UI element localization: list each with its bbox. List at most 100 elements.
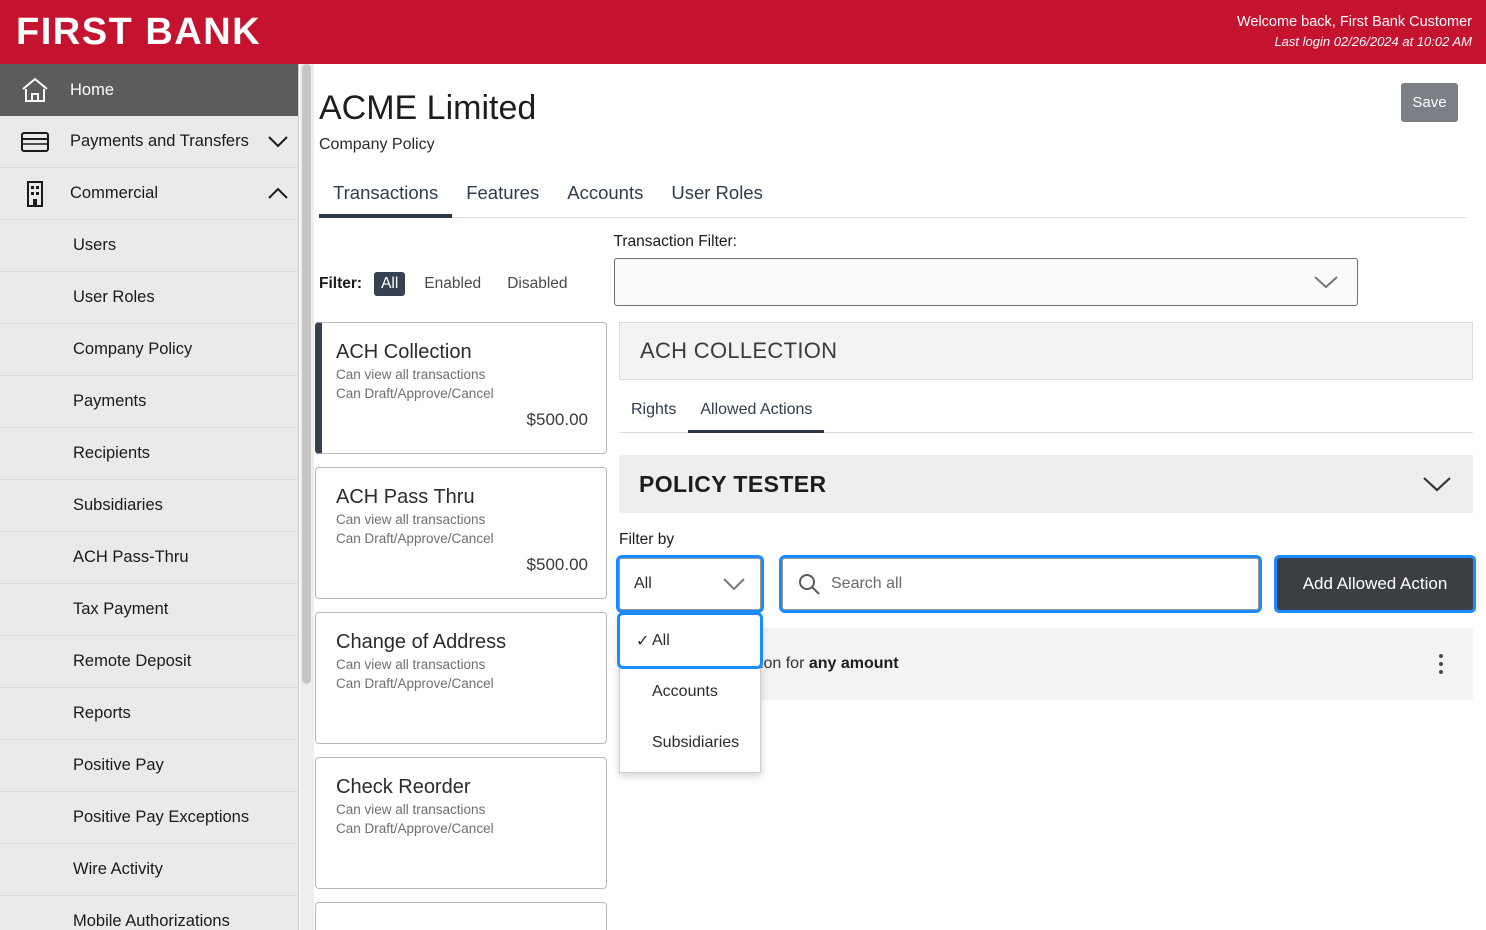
save-button[interactable]: Save bbox=[1401, 83, 1458, 122]
scope-option-subsidiaries[interactable]: Subsidiaries bbox=[620, 717, 760, 768]
search-box[interactable] bbox=[779, 555, 1262, 613]
sidebar-item-subsidiaries[interactable]: Subsidiaries bbox=[0, 480, 298, 532]
transaction-card[interactable] bbox=[315, 902, 607, 930]
sidebar-item-recipients[interactable]: Recipients bbox=[0, 428, 298, 480]
scope-dropdown-menu[interactable]: ✓ All Accounts Subsidiaries bbox=[617, 612, 763, 773]
sidebar-item-mobile-authorizations[interactable]: Mobile Authorizations bbox=[0, 896, 298, 930]
allowed-action-amount: any amount bbox=[808, 655, 899, 672]
transaction-card[interactable]: ACH Collection Can view all transactions C… bbox=[315, 322, 607, 454]
transaction-card-line-1: Can view all transactions bbox=[336, 367, 486, 382]
home-icon bbox=[0, 76, 70, 104]
detail-panel-title: ACH COLLECTION bbox=[619, 322, 1473, 380]
search-input[interactable] bbox=[831, 575, 1244, 593]
chevron-down-icon[interactable] bbox=[267, 134, 289, 149]
scope-option-label: All bbox=[652, 631, 670, 649]
tester-controls: All ✓ All Accounts Subsidiaries Search a… bbox=[616, 555, 1476, 773]
scope-option-all[interactable]: ✓ All bbox=[617, 612, 763, 669]
filter-label: Filter: bbox=[319, 275, 363, 292]
chevron-down-icon[interactable] bbox=[1421, 475, 1453, 493]
sidebar-item-payments[interactable]: Payments bbox=[0, 376, 298, 428]
search-field[interactable] bbox=[779, 555, 1262, 613]
filter-option-enabled[interactable]: Enabled bbox=[417, 272, 488, 296]
subtab-rights[interactable]: Rights bbox=[619, 395, 688, 432]
welcome-block: Welcome back, First Bank Customer Last l… bbox=[1237, 13, 1486, 51]
sidebar-nav[interactable]: Home Payments and Transfers Commercial User… bbox=[0, 64, 299, 930]
sidebar-item-label: Users bbox=[73, 236, 117, 254]
chevron-down-icon bbox=[1313, 275, 1338, 288]
tab-features[interactable]: Features bbox=[452, 176, 553, 217]
add-allowed-action-button[interactable]: Add Allowed Action bbox=[1274, 555, 1476, 613]
sidebar-item-label: Positive Pay bbox=[73, 756, 164, 774]
scope-dropdown-button[interactable]: All bbox=[616, 555, 764, 613]
chevron-up-icon[interactable] bbox=[267, 186, 289, 201]
sidebar-item-tax-payment[interactable]: Tax Payment bbox=[0, 584, 298, 636]
sidebar-item-label: Payments bbox=[73, 392, 147, 410]
sidebar-item-label: Wire Activity bbox=[73, 860, 163, 878]
sidebar-item-ach-pass-thru[interactable]: ACH Pass-Thru bbox=[0, 532, 298, 584]
transaction-card-title: Change of Address bbox=[336, 631, 507, 653]
home-icon bbox=[22, 77, 48, 102]
transaction-card-line-2: Can Draft/Approve/Cancel bbox=[336, 386, 494, 401]
transaction-card-line-1: Can view all transactions bbox=[336, 512, 486, 527]
scrollbar-thumb[interactable] bbox=[302, 64, 311, 684]
transaction-filter-block: Transaction Filter: bbox=[613, 233, 1358, 306]
detail-subtabs[interactable]: Rights Allowed Actions bbox=[619, 395, 1473, 433]
sidebar-item-payments-and-transfers[interactable]: Payments and Transfers bbox=[0, 116, 298, 168]
transaction-card-title: ACH Pass Thru bbox=[336, 486, 475, 508]
search-icon bbox=[799, 574, 820, 595]
subtab-allowed-actions[interactable]: Allowed Actions bbox=[688, 395, 825, 433]
tab-user-roles[interactable]: User Roles bbox=[657, 176, 777, 217]
sidebar-item-reports[interactable]: Reports bbox=[0, 688, 298, 740]
filter-bar: Filter: All Enabled Disabled Transaction… bbox=[319, 233, 1486, 306]
sidebar-item-home[interactable]: Home bbox=[0, 64, 298, 116]
main-tabs[interactable]: Transactions Features Accounts User Roles bbox=[319, 176, 1467, 218]
sidebar-item-label: Mobile Authorizations bbox=[73, 912, 230, 930]
sidebar-item-label: Positive Pay Exceptions bbox=[73, 808, 250, 826]
page-subtitle: Company Policy bbox=[319, 136, 435, 153]
transaction-card[interactable]: ACH Pass Thru Can view all transactions Ca… bbox=[315, 467, 607, 599]
sidebar-item-positive-pay-exceptions[interactable]: Positive Pay Exceptions bbox=[0, 792, 298, 844]
transaction-card[interactable]: Check Reorder Can view all transactions Ca… bbox=[315, 757, 607, 889]
scope-dropdown[interactable]: All ✓ All Accounts Subsidiaries bbox=[616, 555, 764, 773]
sidebar-item-company-policy[interactable]: Company Policy bbox=[0, 324, 298, 376]
sidebar-item-label: Commercial bbox=[70, 184, 159, 202]
sidebar-item-label: Home bbox=[70, 80, 115, 99]
policy-tester-title: POLICY TESTER bbox=[639, 470, 827, 497]
tab-accounts[interactable]: Accounts bbox=[553, 176, 657, 217]
main-content: ACME Limited Company Policy Save Transac… bbox=[300, 64, 1486, 930]
transaction-filter-label: Transaction Filter: bbox=[613, 233, 737, 250]
sidebar-item-user-roles[interactable]: User Roles bbox=[0, 272, 298, 324]
last-login-text: Last login 02/26/2024 at 10:02 AM bbox=[1274, 34, 1472, 49]
transaction-card-line-2: Can Draft/Approve/Cancel bbox=[336, 676, 494, 691]
tab-transactions[interactable]: Transactions bbox=[319, 176, 453, 218]
scope-option-label: Accounts bbox=[652, 682, 718, 700]
filter-segmented-control[interactable]: Filter: All Enabled Disabled bbox=[319, 262, 587, 306]
filter-option-disabled[interactable]: Disabled bbox=[500, 272, 574, 296]
sidebar-item-label: User Roles bbox=[73, 288, 155, 306]
building-icon bbox=[0, 180, 70, 208]
page-header: ACME Limited Company Policy Save bbox=[300, 64, 1486, 154]
content-scrollbar[interactable] bbox=[300, 64, 314, 930]
check-icon: ✓ bbox=[636, 632, 650, 650]
detail-panel: ACH COLLECTION Rights Allowed Actions POL… bbox=[616, 322, 1476, 930]
row-overflow-menu-icon[interactable] bbox=[1433, 648, 1449, 680]
transaction-card-list[interactable]: ACH Collection Can view all transactions C… bbox=[315, 322, 607, 930]
filter-option-all[interactable]: All bbox=[374, 272, 406, 296]
building-icon bbox=[27, 180, 43, 207]
sidebar-item-users[interactable]: Users bbox=[0, 220, 298, 272]
policy-tester-header[interactable]: POLICY TESTER bbox=[619, 455, 1473, 513]
welcome-message: Welcome back, First Bank Customer bbox=[1236, 14, 1472, 30]
content-split: ACH Collection Can view all transactions C… bbox=[300, 322, 1486, 930]
sidebar-chevron[interactable] bbox=[258, 134, 298, 149]
sidebar-item-label: Recipients bbox=[73, 444, 151, 462]
sidebar-item-wire-activity[interactable]: Wire Activity bbox=[0, 844, 298, 896]
transaction-filter-select[interactable] bbox=[613, 258, 1358, 306]
sidebar-item-label: Payments and Transfers bbox=[70, 132, 249, 150]
transaction-card-title: ACH Collection bbox=[336, 341, 472, 363]
sidebar-item-commercial[interactable]: Commercial bbox=[0, 168, 298, 220]
transaction-card[interactable]: Change of Address Can view all transactio… bbox=[315, 612, 607, 744]
sidebar-chevron[interactable] bbox=[258, 186, 298, 201]
sidebar-item-remote-deposit[interactable]: Remote Deposit bbox=[0, 636, 298, 688]
sidebar-item-positive-pay[interactable]: Positive Pay bbox=[0, 740, 298, 792]
scope-option-accounts[interactable]: Accounts bbox=[620, 666, 760, 717]
